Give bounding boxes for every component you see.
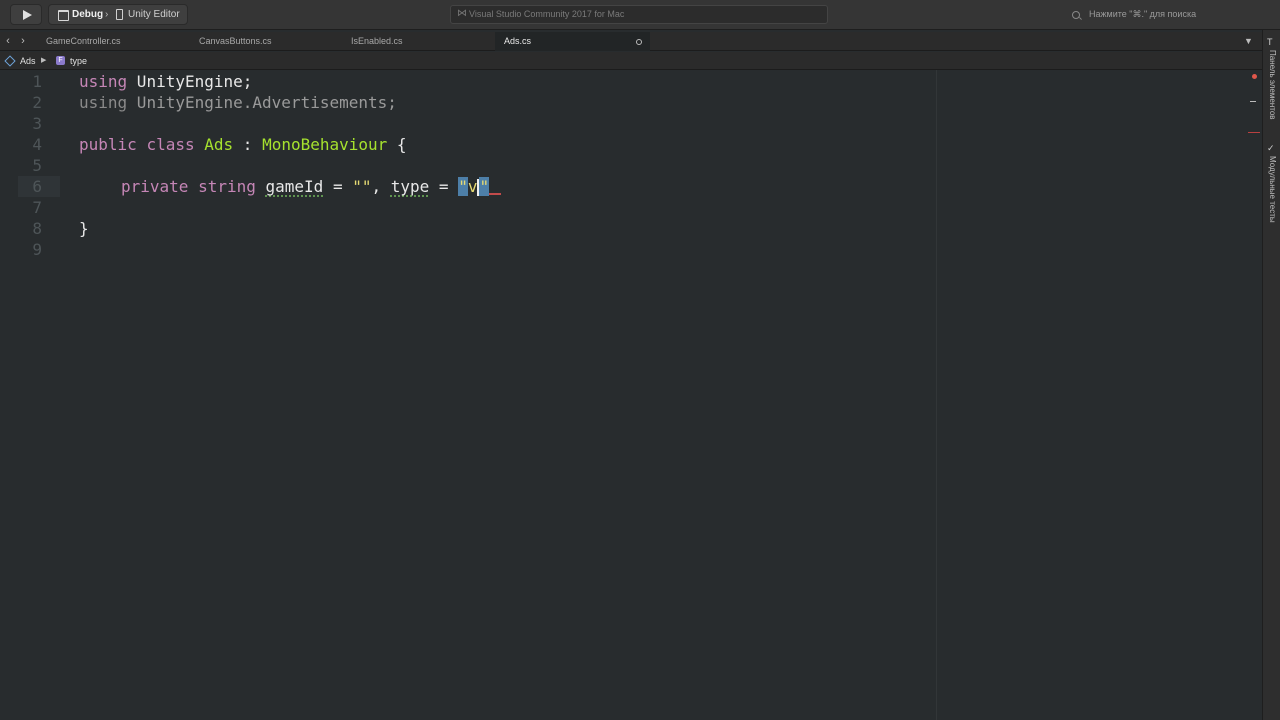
code-editor[interactable]: 1 2 3 4 5 6 7 8 9 using UnityEngine; usi… — [0, 70, 1262, 720]
tab-label: GameController.cs — [46, 36, 121, 46]
line-number: 8 — [32, 219, 42, 238]
identifier-type: type — [390, 177, 430, 196]
line-number-gutter: 1 2 3 4 5 6 7 8 9 — [0, 70, 60, 720]
search-placeholder: Нажмите "⌘." для поиска — [1089, 9, 1197, 19]
close-tab-icon[interactable] — [636, 39, 642, 45]
toolbox-pad[interactable]: Панель элементов — [1265, 50, 1279, 150]
string-literal-empty: "" — [352, 177, 372, 196]
tab-gamecontroller[interactable]: GameController.cs — [37, 32, 189, 51]
error-squiggle — [489, 193, 502, 195]
close-brace: } — [79, 219, 89, 238]
search-field[interactable]: Нажмите "⌘." для поиска — [1072, 5, 1252, 24]
keyword-using: using — [79, 72, 128, 91]
overview-marker — [1250, 101, 1256, 102]
chevron-right-icon: › — [105, 9, 109, 20]
toolbox-icon: T — [1267, 37, 1273, 47]
run-button[interactable] — [10, 4, 42, 25]
configuration-selector[interactable]: Debug › Unity Editor — [48, 4, 188, 25]
status-bar: ⋈ Visual Studio Community 2017 for Mac — [450, 5, 828, 24]
keyword-public: public — [79, 135, 137, 154]
string-quote-open: " — [458, 177, 468, 196]
namespace-text: UnityEngine; — [127, 72, 253, 91]
overview-ruler[interactable] — [1246, 70, 1260, 720]
line-number: 3 — [32, 114, 42, 133]
string-literal-typed: v — [467, 177, 478, 196]
class-name: Ads — [204, 135, 234, 154]
line-number: 7 — [32, 198, 42, 217]
document-tab-bar: ‹ › GameController.cs CanvasButtons.cs I… — [0, 32, 1262, 51]
field-icon: F — [56, 56, 65, 65]
colon: : — [233, 135, 263, 154]
breadcrumb-member[interactable]: type — [70, 52, 87, 70]
configuration-label: Debug — [72, 9, 104, 20]
assign-operator: = — [429, 177, 459, 196]
tab-canvasbuttons[interactable]: CanvasButtons.cs — [190, 32, 342, 51]
visual-studio-icon: ⋈ — [457, 8, 467, 19]
forward-arrow-icon[interactable]: › — [18, 34, 28, 48]
comma: , — [371, 177, 391, 196]
unit-tests-pad[interactable]: Модульные тесты — [1265, 156, 1279, 246]
code-line-1: using UnityEngine; — [79, 71, 252, 92]
tab-list-dropdown-icon[interactable]: ▼ — [1244, 34, 1253, 48]
base-class-name: MonoBehaviour — [262, 135, 388, 154]
class-icon — [4, 55, 16, 67]
assign-operator: = — [323, 177, 353, 196]
window-icon — [58, 10, 69, 21]
breadcrumb-separator-icon: ▶ — [41, 57, 47, 64]
line-number: 6 — [32, 177, 42, 196]
keyword-string: string — [198, 177, 256, 196]
error-indicator-icon[interactable] — [1252, 74, 1257, 79]
error-marker[interactable] — [1248, 132, 1260, 133]
device-icon — [116, 9, 123, 20]
namespace-text: UnityEngine.Advertisements; — [127, 93, 397, 112]
main-toolbar: Debug › Unity Editor ⋈ Visual Studio Com… — [0, 0, 1280, 30]
unit-tests-icon: ✓ — [1267, 143, 1275, 153]
line-number: 2 — [32, 93, 42, 112]
code-line-4: public class Ads : MonoBehaviour { — [79, 134, 407, 155]
string-quote-close: " — [479, 177, 490, 196]
code-line-6: private string gameId = "", type = "v " — [121, 176, 502, 197]
keyword-using: using — [79, 93, 128, 112]
column-ruler — [936, 70, 937, 720]
keyword-private: private — [121, 177, 189, 196]
play-icon — [23, 10, 32, 20]
line-number: 9 — [32, 240, 42, 259]
breadcrumb: Ads ▶ F type — [0, 52, 1262, 70]
identifier-gameid: gameId — [265, 177, 324, 196]
line-number: 5 — [32, 156, 42, 175]
right-dock: T Панель элементов ✓ Модульные тесты — [1262, 30, 1280, 720]
back-arrow-icon[interactable]: ‹ — [3, 34, 13, 48]
search-icon — [1072, 11, 1080, 19]
breadcrumb-class[interactable]: Ads — [20, 52, 36, 70]
tab-isenabled[interactable]: IsEnabled.cs — [342, 32, 494, 51]
code-line-8: } — [79, 218, 89, 239]
status-text: Visual Studio Community 2017 for Mac — [469, 9, 625, 19]
tab-label: CanvasButtons.cs — [199, 36, 272, 46]
open-brace: { — [387, 135, 407, 154]
tab-label: IsEnabled.cs — [351, 36, 403, 46]
tab-ads[interactable]: Ads.cs — [495, 32, 650, 51]
keyword-class: class — [146, 135, 195, 154]
line-number: 1 — [32, 72, 42, 91]
target-label: Unity Editor — [128, 9, 180, 20]
tab-label: Ads.cs — [504, 36, 532, 46]
line-number: 4 — [32, 135, 42, 154]
code-line-2: using UnityEngine.Advertisements; — [79, 92, 397, 113]
